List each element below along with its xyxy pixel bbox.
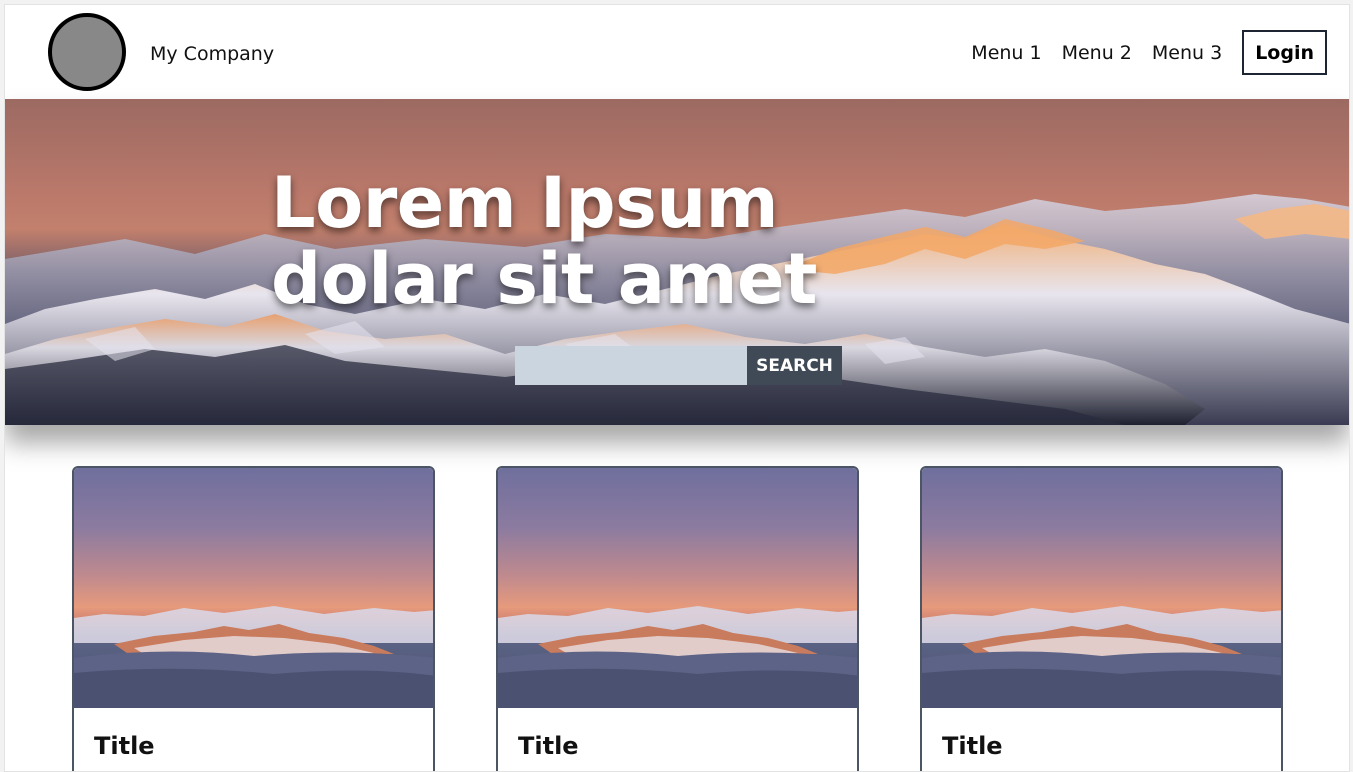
search-input[interactable] <box>515 346 747 385</box>
card-2[interactable]: Title <box>496 466 859 771</box>
card-image <box>922 468 1281 708</box>
hero-title-line-2: dolar sit amet <box>271 238 817 320</box>
company-name[interactable]: My Company <box>150 42 274 66</box>
card-title: Title <box>942 732 1003 760</box>
main-nav: Menu 1 Menu 2 Menu 3 Login <box>971 30 1327 75</box>
card-image <box>498 468 857 708</box>
search-button[interactable]: SEARCH <box>747 346 842 385</box>
nav-menu-2[interactable]: Menu 2 <box>1062 41 1132 65</box>
site-header: My Company Menu 1 Menu 2 Menu 3 Login <box>5 5 1349 99</box>
nav-menu-1[interactable]: Menu 1 <box>971 41 1041 65</box>
hero-title: Lorem Ipsum dolar sit amet <box>271 165 817 317</box>
company-logo[interactable] <box>48 13 126 91</box>
hero-title-line-1: Lorem Ipsum <box>271 162 779 244</box>
card-mountain-image <box>74 606 433 708</box>
card-mountain-image <box>922 606 1281 708</box>
card-1[interactable]: Title <box>72 466 435 771</box>
login-button[interactable]: Login <box>1242 30 1327 75</box>
card-image <box>74 468 433 708</box>
card-title: Title <box>94 732 155 760</box>
card-mountain-image <box>498 606 857 708</box>
page: My Company Menu 1 Menu 2 Menu 3 Login Lo… <box>4 4 1350 772</box>
card-3[interactable]: Title <box>920 466 1283 771</box>
hero-banner: Lorem Ipsum dolar sit amet SEARCH <box>5 99 1349 425</box>
nav-menu-3[interactable]: Menu 3 <box>1152 41 1222 65</box>
card-title: Title <box>518 732 579 760</box>
